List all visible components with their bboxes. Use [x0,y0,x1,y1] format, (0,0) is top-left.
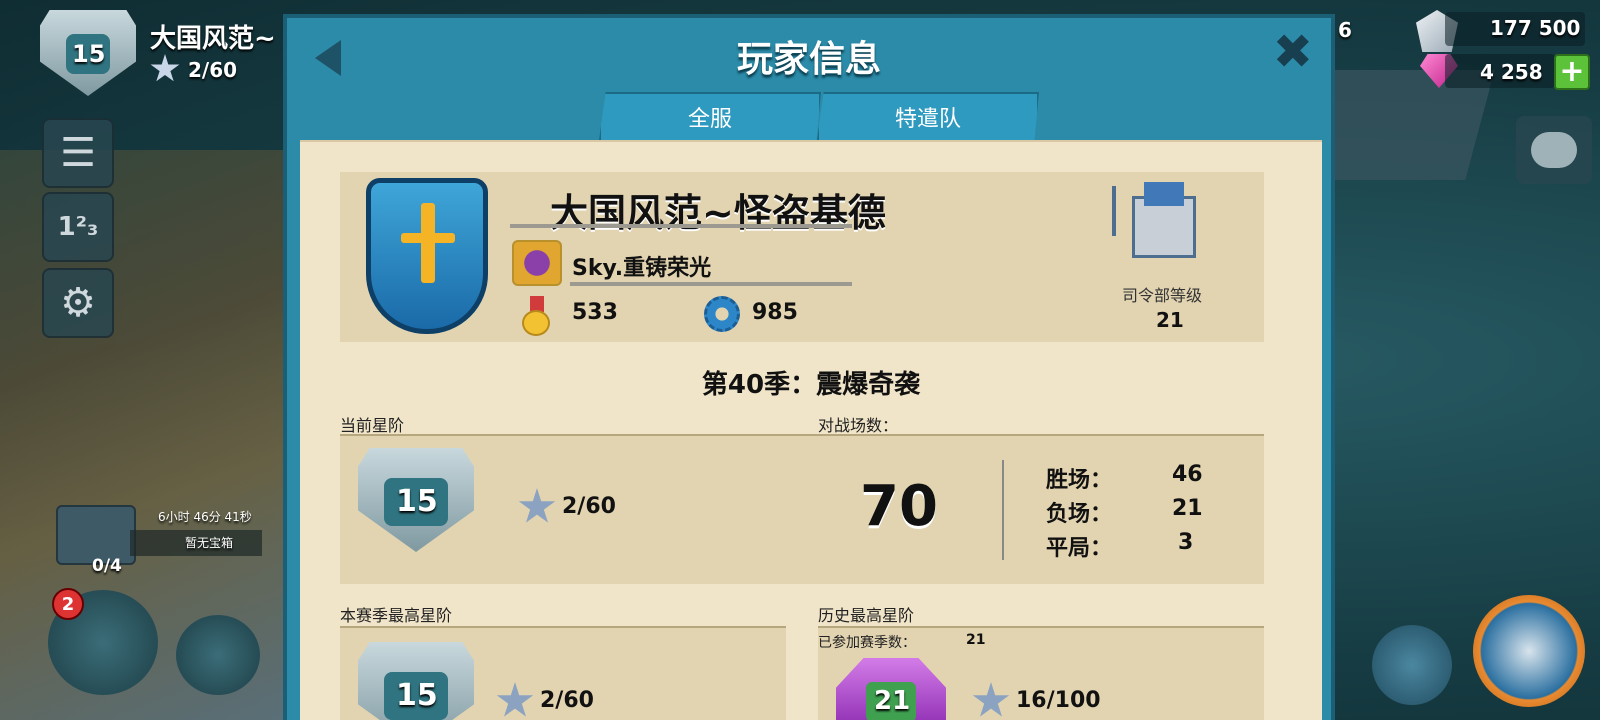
battles-total: 70 [860,474,938,539]
name-underline [510,224,852,228]
parts-gear-icon [704,296,740,332]
medal-icon [522,296,552,336]
tab-taskforce-label: 特遣队 [894,107,961,132]
losses-label: 负场： [1046,502,1113,527]
all-time-stars: 16/100 [1016,688,1101,713]
current-star-icon [518,488,556,523]
season-best-stars: 2/60 [540,688,594,713]
player-level-value: 15 [72,40,106,68]
parts-count: 985 [752,300,798,325]
sword-guard [401,233,455,243]
current-season-card: 15 2/60 70 胜场： 46 负场： 21 平局： 3 [340,436,1264,584]
medal-count: 533 [572,300,618,325]
season-title: 第40季：震爆奇袭 [701,370,921,400]
wins-value: 46 [1172,462,1203,487]
hud-stars: 2/60 [188,58,238,82]
stone-amount: 177 500 [1490,16,1581,40]
current-stars: 2/60 [562,494,616,519]
all-time-card: 已参加赛季数： 21 21 16/100 [818,628,1264,720]
chat-icon [1531,132,1577,168]
hq-level-label: 司令部等级 [1122,286,1203,305]
buy-gems-button[interactable]: + [1554,54,1590,90]
tab-taskforce[interactable]: 特遣队 [817,92,1039,140]
close-button[interactable]: ✖ [1273,28,1313,76]
taskforce-underline [570,282,852,286]
panel-title: 玩家信息 [736,39,881,80]
hq-level: 21 [1156,308,1184,332]
menu-button[interactable]: ☰ [42,118,114,188]
wins-label: 胜场： [1046,468,1113,493]
chest-timer: 6小时 46分 41秒 [158,510,252,524]
profile-card: 大国风范~怪盗基德 Sky.重铸荣光 533 985 司令部等级 21 [340,172,1264,342]
current-rank-label: 当前星阶 [340,416,405,435]
current-rank-value: 15 [396,484,438,519]
notification-badge: 2 [52,588,84,620]
close-icon: ✖ [1272,24,1313,80]
chest-count: 0/4 [92,556,122,576]
chat-button[interactable] [1516,116,1592,184]
settings-button[interactable]: ⚙ [42,268,114,338]
draws-value: 3 [1178,530,1194,555]
tab-global-label: 全服 [687,107,732,132]
player-level-badge[interactable]: 15 [40,10,136,102]
taskforce-badge-icon [512,240,562,286]
notification-count: 2 [61,593,75,615]
battles-label: 对战场数： [818,416,899,435]
season-best-card: 15 2/60 [340,628,786,720]
all-time-label: 历史最高星阶 [818,606,915,625]
current-rank-badge: 15 [352,448,480,560]
season-best-rank: 15 [396,678,438,713]
all-time-rank: 21 [874,686,911,716]
panel-content: 大国风范~怪盗基德 Sky.重铸荣光 533 985 司令部等级 21 第40季… [300,140,1322,720]
chest-status: 暂无宝箱 [185,536,234,550]
season-best-badge: 15 [352,642,480,720]
gem-amount: 4 258 [1480,60,1543,84]
tab-global[interactable]: 全服 [599,92,821,140]
gear-icon: ⚙ [60,280,96,326]
sword-icon [421,203,435,283]
all-time-star-icon [972,682,1010,717]
season-best-star-icon [496,682,534,717]
seasons-joined: 21 [966,632,986,648]
stats-divider [1002,460,1004,560]
seasons-joined-label: 已参加赛季数： [818,635,916,651]
menu-icon: ☰ [60,130,96,176]
leaderboard-button[interactable]: 1²₃ [42,192,114,262]
player-name: 大国风范~怪盗基德 [550,191,886,235]
all-time-rank-badge: 21 [836,658,946,720]
player-emblem [366,178,488,334]
attack-button[interactable] [1473,595,1585,707]
taskforce-name[interactable]: Sky.重铸荣光 [572,250,711,282]
draws-label: 平局： [1046,536,1113,561]
season-best-label: 本赛季最高星阶 [340,606,453,625]
leaderboard-icon: 1²₃ [57,212,99,242]
builder-button[interactable] [176,615,260,695]
player-info-panel: 玩家信息 ✖ 全服 特遣队 大国风范~怪盗基德 Sky.重铸荣光 533 985 [283,14,1335,720]
hq-map-button[interactable] [1372,625,1452,705]
resource-partial: 6 [1338,18,1352,42]
hud-player-name: 大国风范~ [150,24,276,54]
hq-building-icon [1112,176,1208,262]
losses-value: 21 [1172,496,1203,521]
